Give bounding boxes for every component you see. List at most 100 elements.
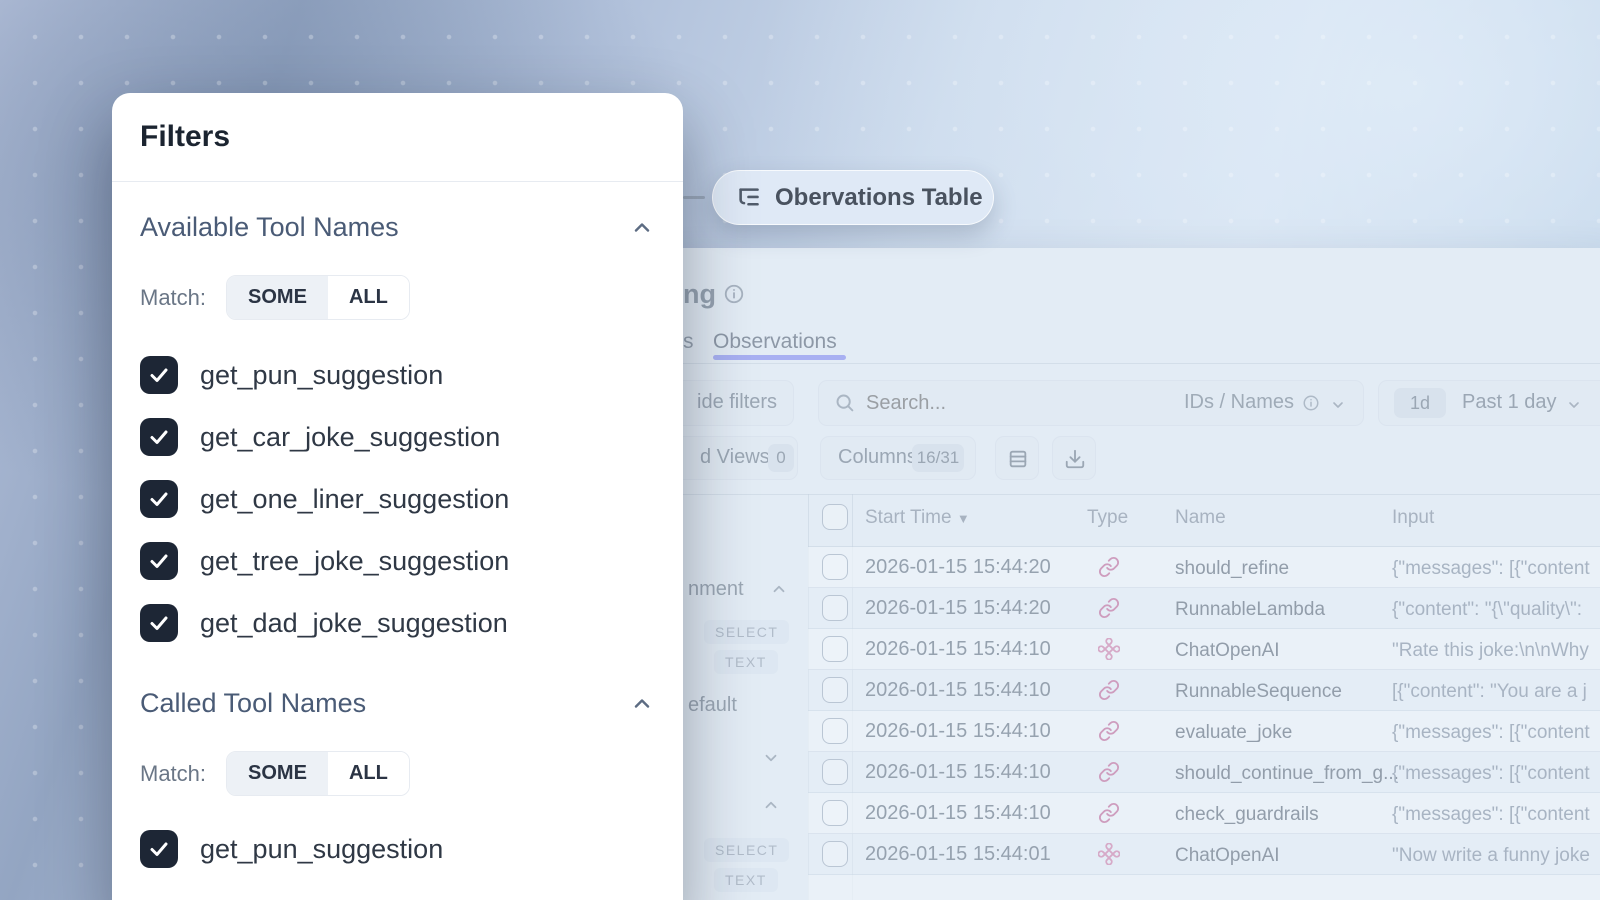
- row-height-button[interactable]: [995, 436, 1039, 480]
- row-checkbox[interactable]: [822, 718, 848, 744]
- sidebar-select-button[interactable]: SELECT: [704, 838, 789, 862]
- row-checkbox[interactable]: [822, 841, 848, 867]
- collapse-chevron-up-icon[interactable]: [629, 691, 655, 717]
- filter-item-label[interactable]: get_pun_suggestion: [200, 834, 443, 865]
- table-row[interactable]: 2026-01-15 15:44:10 check_guardrails {"m…: [808, 793, 1600, 834]
- cell-start-time: 2026-01-15 15:44:10: [865, 679, 1051, 702]
- match-label: Match:: [140, 761, 206, 787]
- chevron-up-icon[interactable]: [770, 580, 788, 598]
- chevron-up-icon[interactable]: [762, 796, 780, 814]
- column-header-input[interactable]: Input: [1392, 507, 1434, 529]
- filter-item: get_pun_suggestion: [140, 818, 655, 880]
- cell-start-time: 2026-01-15 15:44:20: [865, 597, 1051, 620]
- checkbox-checked[interactable]: [140, 604, 178, 642]
- checkbox-checked[interactable]: [140, 418, 178, 456]
- chevron-down-icon[interactable]: [762, 749, 780, 767]
- observations-table-pill-button[interactable]: Obervations Table: [712, 170, 994, 225]
- row-checkbox[interactable]: [822, 636, 848, 662]
- link-icon: [1098, 597, 1120, 619]
- cell-input: "Rate this joke:\n\nWhy: [1392, 640, 1600, 662]
- row-checkbox[interactable]: [822, 554, 848, 580]
- table-row[interactable]: 2026-01-15 15:44:01 ChatOpenAI "Now writ…: [808, 834, 1600, 875]
- active-tab-underline: [713, 355, 846, 360]
- sidebar-select-button[interactable]: SELECT: [704, 620, 789, 644]
- match-option-some[interactable]: SOME: [227, 752, 328, 795]
- match-label: Match:: [140, 285, 206, 311]
- column-header-start-time[interactable]: Start Time ▼: [865, 507, 970, 529]
- cell-input: {"messages": [{"content: [1392, 804, 1600, 826]
- match-toggle: SOME ALL: [226, 751, 410, 796]
- cell-input: {"messages": [{"content: [1392, 722, 1600, 744]
- generation-icon: [1098, 843, 1120, 865]
- column-header-type[interactable]: Type: [1087, 507, 1128, 529]
- download-icon: [1064, 448, 1086, 470]
- list-tree-icon: [735, 184, 762, 211]
- cell-input: {"messages": [{"content: [1392, 558, 1600, 580]
- row-checkbox[interactable]: [822, 595, 848, 621]
- generation-icon: [1098, 638, 1120, 660]
- sidebar-text-button[interactable]: TEXT: [714, 868, 778, 892]
- cell-name: RunnableLambda: [1175, 599, 1325, 621]
- filter-item-label[interactable]: get_tree_joke_suggestion: [200, 546, 509, 577]
- filter-item: get_dad_joke_suggestion: [140, 592, 655, 654]
- link-icon: [1098, 761, 1120, 783]
- filter-item-label[interactable]: get_one_liner_suggestion: [200, 484, 509, 515]
- search-input[interactable]: [866, 388, 1156, 418]
- cell-start-time: 2026-01-15 15:44:10: [865, 802, 1051, 825]
- scope-info-icon[interactable]: [1302, 394, 1320, 412]
- filters-modal: Filters Available Tool Names Match: SOME…: [112, 93, 683, 900]
- match-option-some[interactable]: SOME: [227, 276, 328, 319]
- table-row[interactable]: 2026-01-15 15:44:10 RunnableSequence [{"…: [808, 670, 1600, 711]
- sort-desc-icon: ▼: [957, 511, 970, 526]
- sidebar-text-button[interactable]: TEXT: [714, 650, 778, 674]
- checkbox-checked[interactable]: [140, 830, 178, 868]
- match-option-all[interactable]: ALL: [328, 752, 409, 795]
- checkbox-checked[interactable]: [140, 356, 178, 394]
- cell-start-time: 2026-01-15 15:44:10: [865, 720, 1051, 743]
- filter-item-label[interactable]: get_car_joke_suggestion: [200, 422, 500, 453]
- cell-name: RunnableSequence: [1175, 681, 1342, 703]
- page-title-partial: ng: [683, 279, 716, 310]
- cell-input: {"content": "{\"quality\":: [1392, 599, 1600, 621]
- table-row[interactable]: 2026-01-15 15:44:10 evaluate_joke {"mess…: [808, 711, 1600, 752]
- cell-name: should_refine: [1175, 558, 1289, 580]
- link-icon: [1098, 679, 1120, 701]
- cell-name: ChatOpenAI: [1175, 640, 1280, 662]
- checkbox-checked[interactable]: [140, 542, 178, 580]
- cell-input: "Now write a funny joke: [1392, 845, 1600, 867]
- filter-item-label[interactable]: get_dad_joke_suggestion: [200, 608, 508, 639]
- tab-traces-partial[interactable]: s: [683, 330, 694, 354]
- link-icon: [1098, 720, 1120, 742]
- scope-chevron-down-icon[interactable]: [1330, 397, 1346, 413]
- hide-filters-label-partial: ide filters: [697, 391, 777, 414]
- match-toggle: SOME ALL: [226, 275, 410, 320]
- export-button[interactable]: [1052, 436, 1096, 480]
- columns-count-badge: 16/31: [912, 444, 964, 472]
- table-row[interactable]: 2026-01-15 15:44:20 RunnableLambda {"con…: [808, 588, 1600, 629]
- filter-item: get_tree_joke_suggestion: [140, 530, 655, 592]
- select-all-checkbox[interactable]: [822, 504, 848, 530]
- table-row[interactable]: 2026-01-15 15:44:10 ChatOpenAI "Rate thi…: [808, 629, 1600, 670]
- table-row[interactable]: 2026-01-15 15:44:20 should_refine {"mess…: [808, 547, 1600, 588]
- tabs-divider: [648, 363, 1600, 364]
- row-checkbox[interactable]: [822, 759, 848, 785]
- search-scope-selector[interactable]: IDs / Names: [1184, 391, 1294, 414]
- cell-start-time: 2026-01-15 15:44:10: [865, 638, 1051, 661]
- filter-item: get_one_liner_suggestion: [140, 468, 655, 530]
- collapse-chevron-up-icon[interactable]: [629, 215, 655, 241]
- row-checkbox[interactable]: [822, 800, 848, 826]
- section-title-available-tool-names: Available Tool Names: [140, 212, 399, 243]
- tab-observations[interactable]: Observations: [713, 330, 837, 354]
- row-checkbox[interactable]: [822, 677, 848, 703]
- match-option-all[interactable]: ALL: [328, 276, 409, 319]
- checkbox-checked[interactable]: [140, 480, 178, 518]
- table-row[interactable]: 2026-01-15 15:44:10 should_continue_from…: [808, 752, 1600, 793]
- filter-item-label[interactable]: get_pun_suggestion: [200, 360, 443, 391]
- info-icon[interactable]: [723, 283, 745, 305]
- rows-icon: [1007, 448, 1029, 470]
- cell-name: ChatOpenAI: [1175, 845, 1280, 867]
- saved-views-label-partial: d Views: [700, 446, 770, 469]
- cell-name: evaluate_joke: [1175, 722, 1292, 744]
- column-header-name[interactable]: Name: [1175, 507, 1226, 529]
- connector-line: [683, 196, 705, 199]
